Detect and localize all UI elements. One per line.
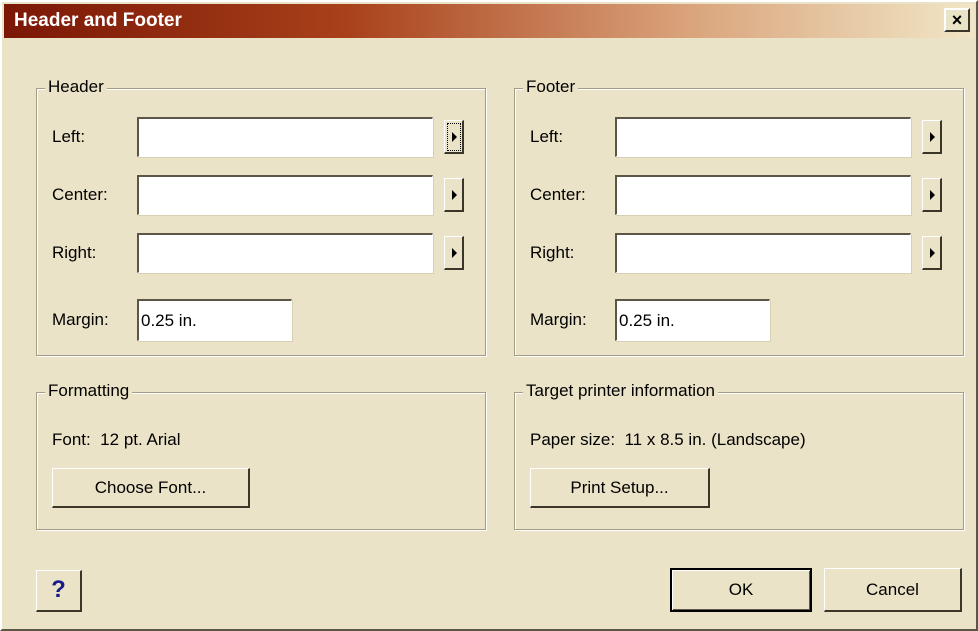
formatting-group: Formatting	[36, 381, 486, 530]
footer-margin-label: Margin:	[530, 310, 587, 329]
header-left-insert-button[interactable]	[444, 120, 464, 154]
print-setup-button[interactable]: Print Setup...	[530, 468, 710, 508]
footer-right-label: Right:	[530, 243, 575, 262]
printer-group: Target printer information	[514, 381, 964, 530]
play-arrow-icon	[930, 190, 935, 200]
header-center-label: Center:	[52, 185, 108, 204]
footer-margin-input[interactable]	[615, 299, 770, 341]
footer-center-input[interactable]	[615, 175, 911, 215]
header-legend: Header	[45, 77, 107, 97]
header-left-input[interactable]	[137, 117, 433, 157]
help-button[interactable]: ?	[36, 570, 82, 612]
footer-left-input[interactable]	[615, 117, 911, 157]
footer-left-insert-button[interactable]	[922, 120, 942, 154]
printer-legend: Target printer information	[523, 381, 718, 401]
footer-right-input[interactable]	[615, 233, 911, 273]
play-arrow-icon	[452, 190, 457, 200]
footer-center-insert-button[interactable]	[922, 178, 942, 212]
header-left-label: Left:	[52, 127, 86, 146]
footer-left-label: Left:	[530, 127, 564, 146]
ok-label: OK	[728, 580, 754, 599]
close-icon: ×	[951, 10, 963, 30]
header-margin-input[interactable]	[137, 299, 292, 341]
play-arrow-icon	[452, 248, 457, 258]
help-icon: ?	[51, 576, 66, 603]
header-center-input[interactable]	[137, 175, 433, 215]
play-arrow-icon	[930, 248, 935, 258]
paper-size-text: Paper size: 11 x 8.5 in. (Landscape)	[530, 430, 806, 449]
title-bar[interactable]: Header and Footer ×	[4, 4, 974, 38]
footer-center-label: Center:	[530, 185, 586, 204]
print-setup-label: Print Setup...	[570, 478, 669, 497]
window-title: Header and Footer	[14, 10, 182, 31]
cancel-label: Cancel	[866, 580, 919, 599]
play-arrow-icon	[930, 132, 935, 142]
header-right-input[interactable]	[137, 233, 433, 273]
play-arrow-icon	[452, 132, 457, 142]
header-right-insert-button[interactable]	[444, 236, 464, 270]
choose-font-button[interactable]: Choose Font...	[52, 468, 250, 508]
formatting-legend: Formatting	[45, 381, 133, 401]
footer-legend: Footer	[523, 77, 579, 97]
header-margin-label: Margin:	[52, 310, 109, 329]
header-center-insert-button[interactable]	[444, 178, 464, 212]
choose-font-label: Choose Font...	[94, 478, 207, 497]
header-footer-dialog: Header and Footer × Header Left: Center:…	[0, 0, 978, 631]
header-right-label: Right:	[52, 243, 97, 262]
ok-button[interactable]: OK	[670, 568, 812, 612]
footer-right-insert-button[interactable]	[922, 236, 942, 270]
close-button[interactable]: ×	[944, 8, 970, 32]
cancel-button[interactable]: Cancel	[824, 568, 962, 612]
font-info-text: Font: 12 pt. Arial	[52, 430, 181, 449]
